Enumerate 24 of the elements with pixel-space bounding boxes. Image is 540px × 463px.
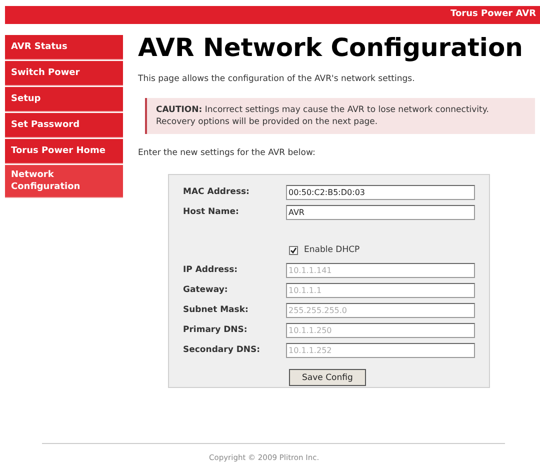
checkbox[interactable] — [289, 246, 298, 255]
checkmark-icon — [290, 247, 297, 254]
text-field[interactable]: AVR — [286, 205, 475, 220]
save-config-button[interactable]: Save Config — [289, 369, 366, 386]
intro-text: This page allows the configuration of the AVR's network settings. — [138, 73, 416, 86]
checkbox-label: Enable DHCP — [304, 244, 360, 257]
nav-item[interactable]: Network Configuration — [5, 165, 123, 198]
caution-text: CAUTION: Incorrect settings may cause the AVR to lose network connectivity. Recovery options will be provided on the next page. — [156, 104, 490, 128]
field-label: Primary DNS: — [183, 324, 248, 337]
text-field[interactable]: 00:50:C2:B5:D0:03 — [286, 185, 475, 200]
nav-item[interactable]: Torus Power Home — [5, 139, 123, 164]
nav-item[interactable]: AVR Status — [5, 35, 123, 60]
field-label: Subnet Mask: — [183, 304, 250, 317]
page-title: AVR Network Configuration — [138, 33, 524, 63]
field-label: MAC Address: — [183, 186, 250, 199]
field-label: IP Address: — [183, 264, 239, 277]
nav-item[interactable]: Switch Power — [5, 61, 123, 86]
nav-item[interactable]: Setup — [5, 87, 123, 112]
site-title: Torus Power AVR — [450, 8, 536, 22]
instructions-text: Enter the new settings for the AVR below: — [138, 146, 316, 160]
field-label: Secondary DNS: — [183, 344, 262, 357]
nav-item[interactable]: Set Password — [5, 113, 123, 138]
field-label: Gateway: — [183, 284, 229, 297]
field-label: Host Name: — [183, 206, 240, 219]
